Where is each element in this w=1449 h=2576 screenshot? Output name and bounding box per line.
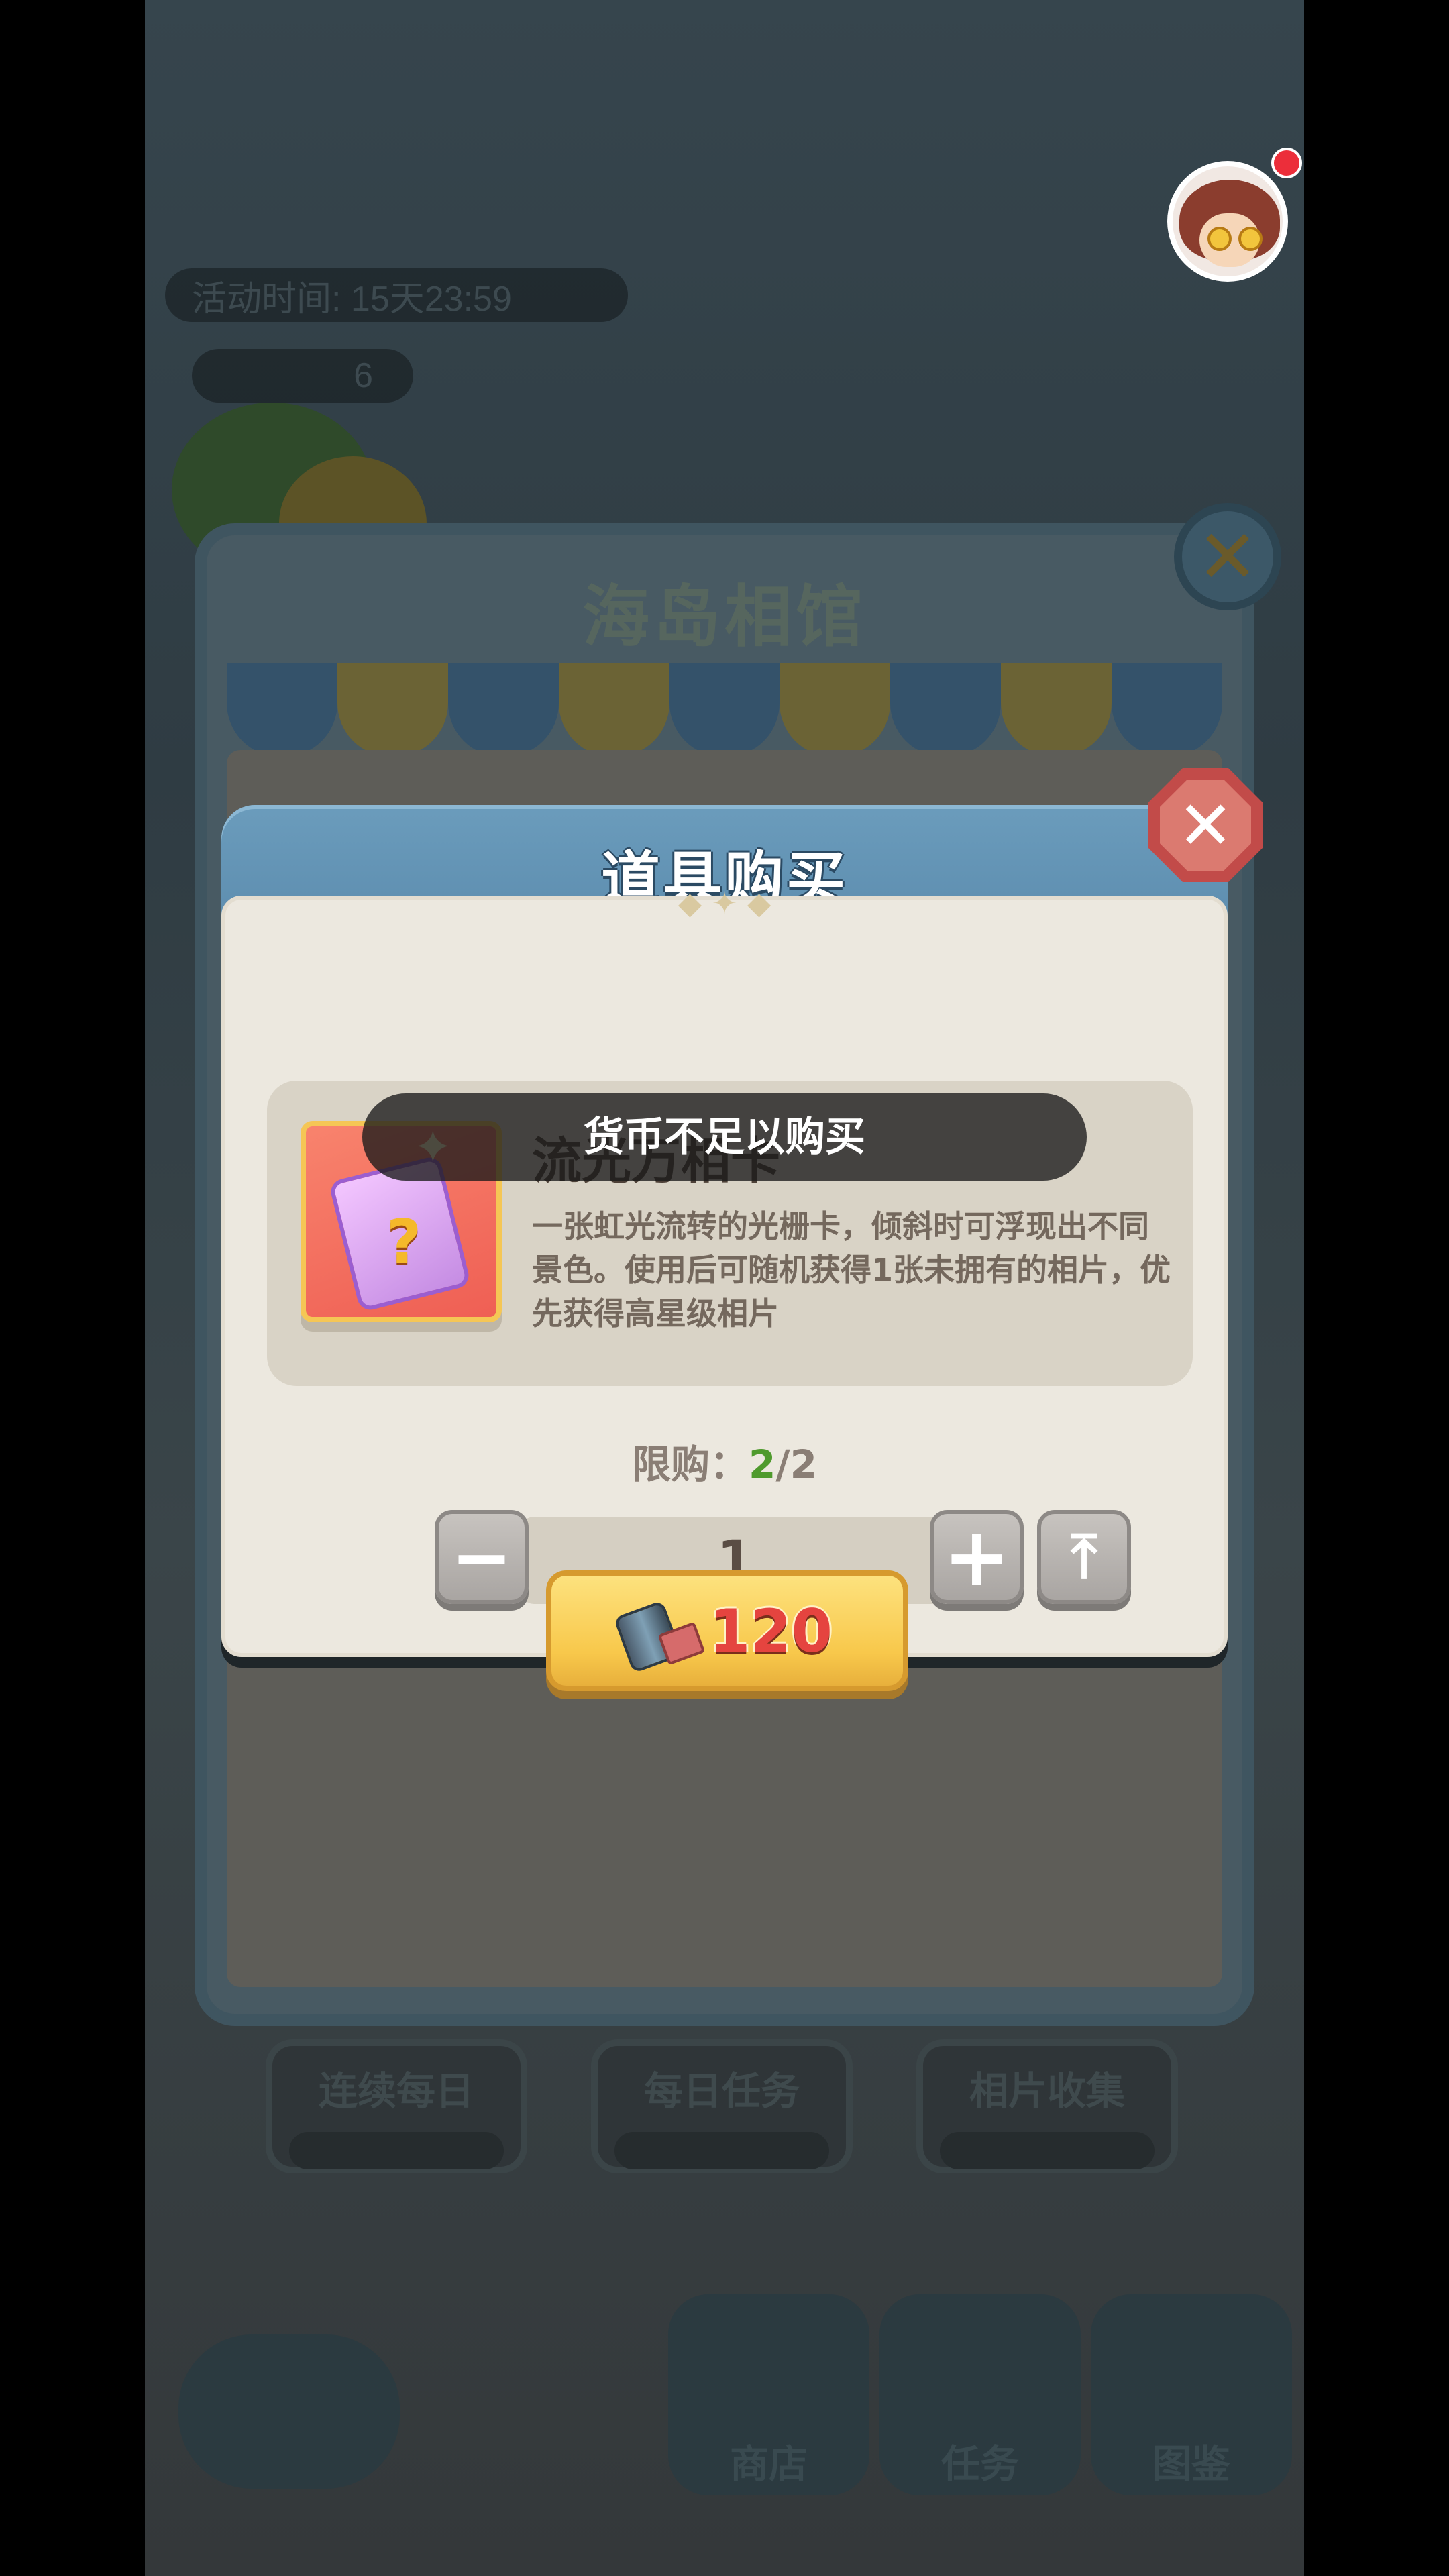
task-tab-1[interactable]: 连续每日 <box>266 2039 527 2174</box>
film-counter: 6 <box>192 349 413 402</box>
film-roll-icon <box>613 1600 706 1674</box>
task-tab-2-label: 每日任务 <box>643 2070 800 2113</box>
shop-title: 海岛相馆 <box>582 580 867 655</box>
film-count-text: 6 <box>354 356 373 395</box>
purchase-limit: 限购：2/2 <box>225 1433 1224 1489</box>
event-timer: 活动时间: 15天23:59 <box>165 268 628 322</box>
minus-icon: − <box>450 1514 513 1600</box>
back-button[interactable] <box>178 2334 400 2489</box>
task-tab-2-progress <box>614 2132 829 2169</box>
decrease-quantity-button[interactable]: − <box>435 1510 529 1604</box>
increase-quantity-button[interactable]: + <box>930 1510 1024 1604</box>
item-description: 一张虹光流转的光栅卡，倾斜时可浮现出不同景色。使用后可随机获得1张未拥有的相片，… <box>532 1208 1171 1332</box>
shop-awning <box>227 663 1223 757</box>
buy-button[interactable]: 120 <box>546 1570 908 1691</box>
task-tab-1-label: 连续每日 <box>318 2070 474 2113</box>
shop-close-button[interactable]: ✕ <box>1174 503 1281 610</box>
purchase-dialog: 道具购买 ◆ ✦ ◆ ? ✦ 流光万相卡 一张虹光流转的光栅卡，倾斜时可浮现出不… <box>221 805 1228 1691</box>
arrow-to-top-icon: ⤒ <box>1071 1521 1097 1592</box>
player-avatar[interactable] <box>1167 161 1288 282</box>
event-timer-text: 活动时间: 15天23:59 <box>192 279 512 319</box>
header-ornament-icon: ◆ ✦ ◆ <box>678 885 771 921</box>
plus-icon: + <box>943 1510 1011 1604</box>
dialog-body: ◆ ✦ ◆ ? ✦ 流光万相卡 一张虹光流转的光栅卡，倾斜时可浮现出不同景色。使… <box>221 885 1228 1691</box>
avatar-eye-right <box>1238 227 1263 251</box>
avatar-eye-left <box>1208 227 1232 251</box>
nav-shop[interactable]: 商店 <box>668 2294 869 2496</box>
nav-album-label: 图鉴 <box>1152 2443 1230 2486</box>
task-tab-3-progress <box>940 2132 1155 2169</box>
insufficient-currency-toast: 货币不足以购买 <box>362 1093 1087 1181</box>
close-icon: ✕ <box>1160 780 1251 871</box>
task-tab-3[interactable]: 相片收集 <box>916 2039 1178 2174</box>
task-tab-3-label: 相片收集 <box>969 2070 1125 2113</box>
nav-shop-label: 商店 <box>729 2443 808 2486</box>
limit-label: 限购： <box>632 1442 749 1487</box>
close-icon: ✕ <box>1196 514 1259 600</box>
nav-album[interactable]: 图鉴 <box>1091 2294 1292 2496</box>
price-text: 120 <box>709 1596 833 1666</box>
nav-tasks[interactable]: 任务 <box>879 2294 1081 2496</box>
limit-current: 2 <box>749 1442 776 1487</box>
max-quantity-button[interactable]: ⤒ <box>1037 1510 1131 1604</box>
dialog-close-button[interactable]: ✕ <box>1148 768 1263 882</box>
notification-dot <box>1271 148 1302 178</box>
limit-total: /2 <box>775 1442 817 1487</box>
nav-tasks-label: 任务 <box>941 2443 1019 2486</box>
task-tab-2[interactable]: 每日任务 <box>591 2039 853 2174</box>
task-tab-1-progress <box>289 2132 504 2169</box>
